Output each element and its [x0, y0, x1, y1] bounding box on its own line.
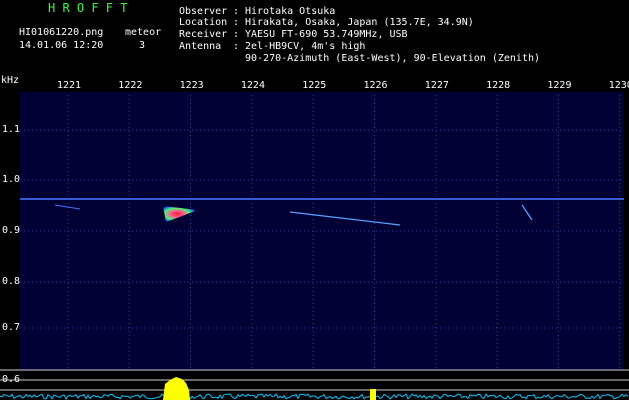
small-peak-signal: [370, 389, 376, 400]
signal-level-trace: [0, 393, 629, 400]
meteor-streak-3: [521, 204, 533, 221]
spectrogram-overlay: [0, 95, 629, 400]
meteor-streak-2: [289, 211, 401, 226]
meteor-streak-1: [54, 204, 81, 210]
dotted-grid: [20, 95, 624, 381]
spectrogram-screen: H R O F F T HI01061220.png 14.01.06 12:2…: [0, 0, 629, 400]
meteor-echo: [163, 206, 198, 222]
